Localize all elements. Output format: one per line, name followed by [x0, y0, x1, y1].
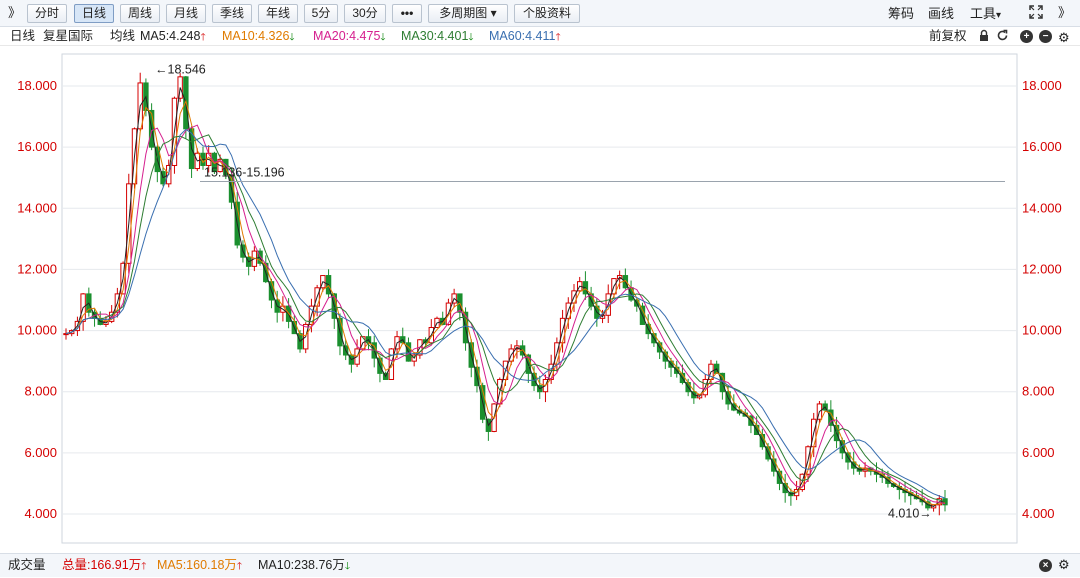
down-arrow-icon: 🡓	[380, 32, 386, 43]
tools-dropdown[interactable]: 工具▾	[970, 5, 1001, 24]
y-tick-label-left: 18.000	[17, 78, 57, 93]
y-tick-label-left: 12.000	[17, 261, 57, 276]
reset-icon[interactable]	[996, 29, 1009, 47]
down-arrow-icon: 🡓	[468, 32, 474, 43]
avg-line-toggle[interactable]: 均线	[110, 27, 135, 45]
kline-chart[interactable]: 18.000 18.000 16.000 16.000 14.000 14.000 12.0…	[0, 46, 1080, 551]
ma20-value: MA20:4.475🡓	[313, 27, 386, 47]
down-arrow-icon: 🡓	[289, 32, 295, 43]
down-arrow-icon: 🡓	[344, 561, 351, 572]
stock-info-button[interactable]: 个股资料	[514, 4, 580, 23]
y-tick-label-left: 16.000	[17, 139, 57, 154]
kline-chart-svg: 18.000 18.000 16.000 16.000 14.000 14.000 12.0…	[17, 53, 1062, 544]
zoom-out-icon[interactable]: −	[1039, 30, 1052, 43]
high-annotation: ←18.546	[155, 62, 206, 76]
ma5-text: MA5:4.248	[140, 29, 201, 43]
y-tick-label-right: 12.000	[1022, 261, 1062, 276]
ma30-text: MA30:4.401	[401, 29, 469, 43]
ma10-value: MA10:4.326🡓	[222, 27, 295, 47]
volume-ma5-text: MA5:160.18万	[157, 558, 237, 572]
expand-right-icon[interactable]: 》	[1058, 4, 1071, 21]
y-tick-label-left: 8.000	[24, 384, 57, 399]
volume-label: 成交量	[8, 558, 46, 572]
chevron-down-icon: ▾	[996, 10, 1002, 21]
period-label: 日线	[10, 29, 36, 43]
tools-label: 工具	[970, 6, 997, 21]
volume-total: 总量:166.91万🡑	[62, 554, 146, 578]
candle-body	[63, 333, 69, 336]
volume-ma10: MA10:238.76万🡓	[258, 554, 350, 578]
tab-weekly[interactable]: 周线	[120, 4, 160, 23]
y-tick-label-right: 18.000	[1022, 78, 1062, 93]
ma60-text: MA60:4.411	[489, 29, 556, 43]
ma10-text: MA10:4.326	[222, 29, 290, 43]
ma30-value: MA30:4.401🡓	[401, 27, 474, 47]
y-tick-label-right: 4.000	[1022, 506, 1055, 521]
gear-icon[interactable]: ⚙	[1058, 29, 1070, 47]
y-tick-label-left: 14.000	[17, 200, 57, 215]
y-tick-label-right: 14.000	[1022, 200, 1062, 215]
low-annotation: 4.010→	[888, 507, 932, 521]
volume-total-text: 总量:166.91万	[62, 558, 142, 572]
tab-yearly[interactable]: 年线	[258, 4, 298, 23]
y-tick-label-right: 8.000	[1022, 384, 1055, 399]
y-tick-label-right: 10.000	[1022, 323, 1062, 338]
multi-period-label: 多周期图	[439, 6, 488, 20]
volume-ma5: MA5:160.18万🡑	[157, 554, 242, 578]
gear-icon[interactable]: ⚙	[1058, 554, 1070, 576]
tab-quarterly[interactable]: 季线	[212, 4, 252, 23]
chips-button[interactable]: 筹码	[888, 5, 914, 22]
ma20-text: MA20:4.475	[313, 29, 381, 43]
volume-bar: 成交量 总量:166.91万🡑 MA5:160.18万🡑 MA10:238.76…	[0, 553, 1080, 577]
top-toolbar: 》 分时 日线 周线 月线 季线 年线 5分 30分 ••• 多周期图 ▾ 个股…	[0, 0, 1080, 27]
stock-name: 复星国际	[43, 29, 94, 43]
up-arrow-icon: 🡑	[141, 561, 147, 572]
up-arrow-icon: 🡑	[555, 32, 561, 43]
range-annotation: 15.136-15.196	[204, 166, 285, 180]
indicator-bar: 日线 复星国际 均线 MA5:4.248🡑 MA10:4.326🡓 MA20:4…	[0, 27, 1080, 46]
y-tick-label-left: 6.000	[24, 445, 57, 460]
tab-intraday[interactable]: 分时	[27, 4, 67, 23]
y-tick-label-right: 6.000	[1022, 445, 1055, 460]
tab-30min[interactable]: 30分	[344, 4, 386, 23]
y-tick-label-right: 16.000	[1022, 139, 1062, 154]
up-arrow-icon: 🡑	[200, 32, 206, 43]
volume-ma10-text: MA10:238.76万	[258, 558, 345, 572]
collapse-left-icon[interactable]: 》	[8, 4, 21, 21]
draw-line-button[interactable]: 画线	[928, 5, 954, 22]
zoom-in-icon[interactable]: +	[1020, 30, 1033, 43]
multi-period-dropdown[interactable]: 多周期图 ▾	[428, 4, 508, 23]
y-tick-label-left: 10.000	[17, 323, 57, 338]
up-arrow-icon: 🡑	[236, 561, 243, 572]
ma60-value: MA60:4.411🡑	[489, 27, 561, 47]
tab-monthly[interactable]: 月线	[166, 4, 206, 23]
y-tick-label-left: 4.000	[24, 506, 57, 521]
ma5-value: MA5:4.248🡑	[140, 27, 206, 47]
tab-5min[interactable]: 5分	[304, 4, 338, 23]
tab-daily[interactable]: 日线	[74, 4, 114, 23]
more-button[interactable]: •••	[392, 4, 422, 23]
close-volume-icon[interactable]: ×	[1039, 559, 1052, 572]
fullscreen-icon[interactable]	[1028, 4, 1044, 24]
chevron-down-icon: ▾	[490, 6, 497, 20]
lock-icon[interactable]	[978, 29, 990, 47]
adjust-mode[interactable]: 前复权	[929, 27, 967, 45]
